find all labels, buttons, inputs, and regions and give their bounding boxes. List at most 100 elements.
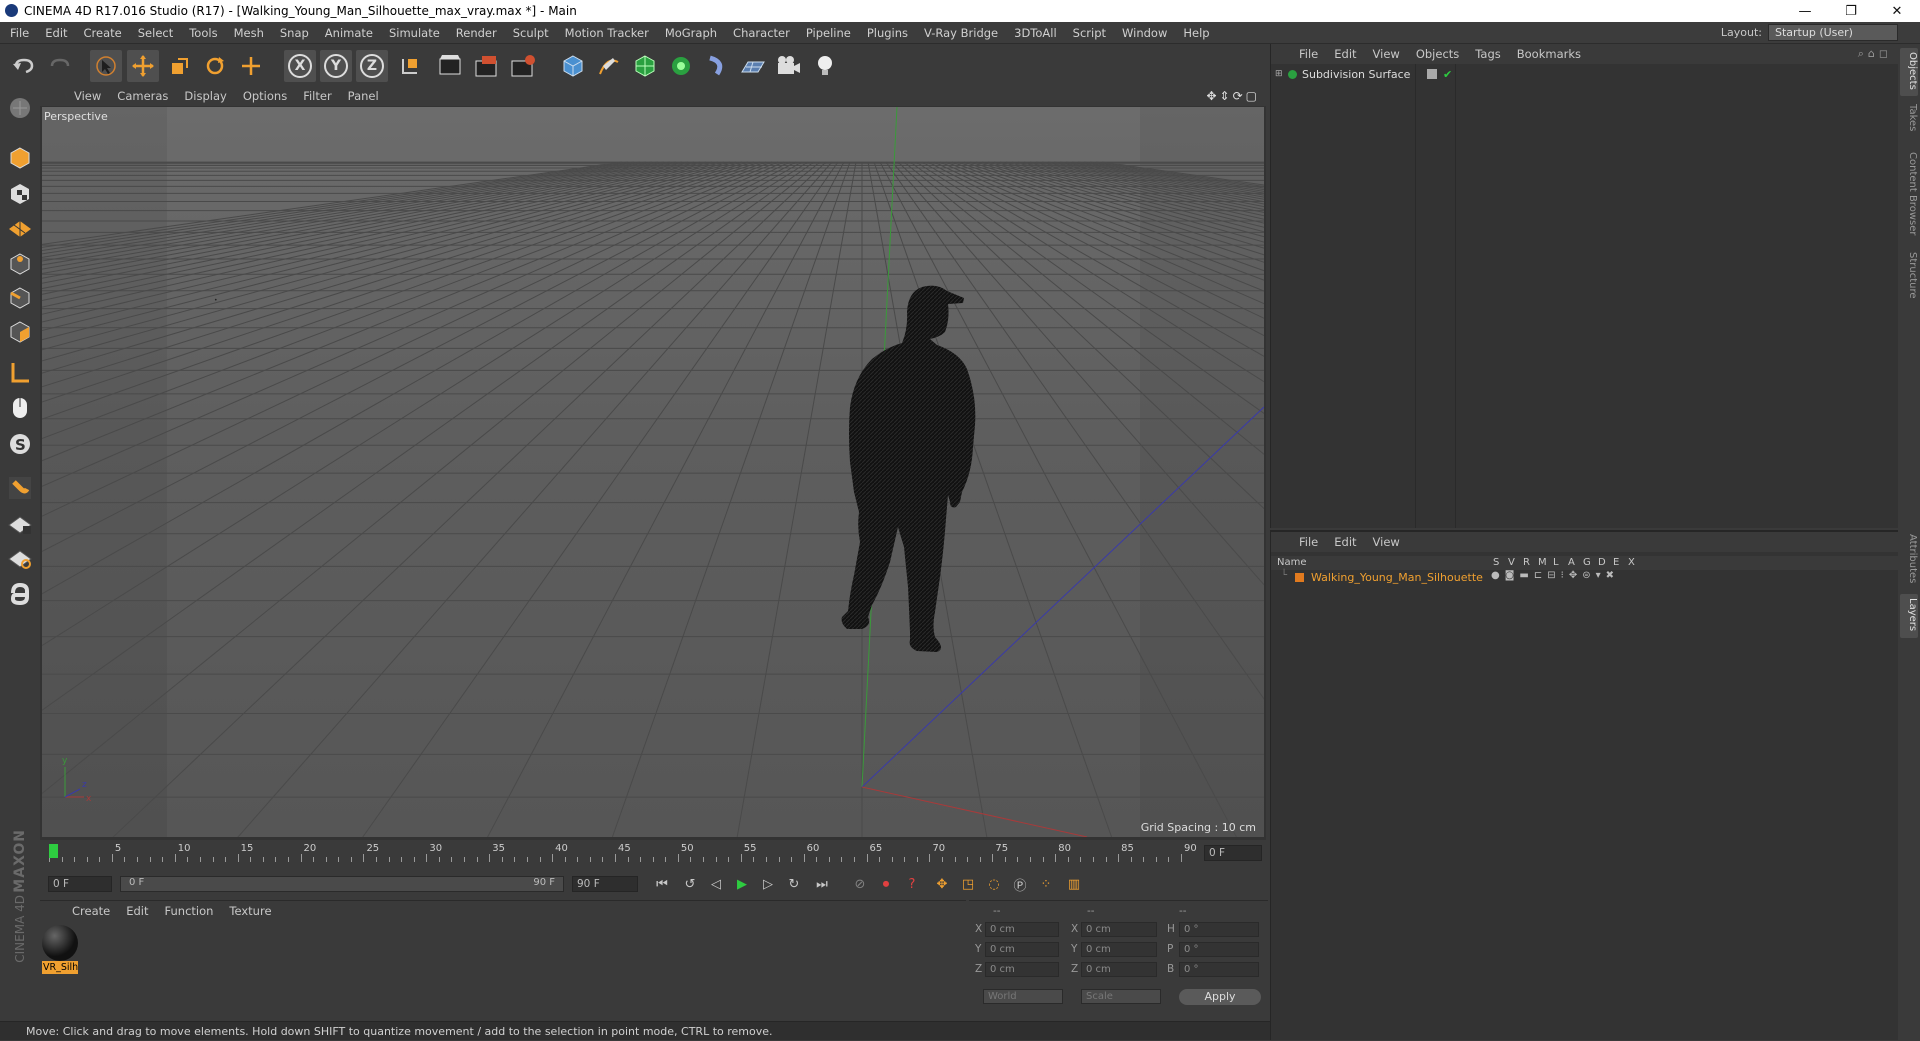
om-search-home-icons[interactable]: ⌕⌂◻: [1858, 47, 1892, 61]
spline-pen-icon[interactable]: [593, 50, 625, 82]
om-menu-view[interactable]: View: [1365, 47, 1408, 61]
menu-character[interactable]: Character: [725, 26, 798, 40]
pos-x-field[interactable]: 0 cm: [985, 922, 1059, 937]
polygon-mode-icon[interactable]: [4, 316, 36, 348]
object-name[interactable]: Subdivision Surface: [1302, 68, 1425, 81]
enabled-check-icon[interactable]: ✔: [1443, 68, 1452, 81]
lm-menu-view[interactable]: View: [1365, 535, 1408, 549]
tab-objects[interactable]: Objects: [1900, 48, 1918, 96]
size-mode-dropdown[interactable]: Scale: [1081, 989, 1161, 1004]
cube-primitive-icon[interactable]: [557, 50, 589, 82]
workplane-icon[interactable]: [4, 210, 36, 242]
rot-p-field[interactable]: 0 °: [1179, 942, 1259, 957]
minimize-button[interactable]: —: [1782, 0, 1828, 22]
lock-workplane-icon[interactable]: [4, 508, 36, 540]
select-tool-icon[interactable]: [90, 50, 122, 82]
tweak-mode-icon[interactable]: [4, 392, 36, 424]
rot-h-field[interactable]: 0 °: [1179, 922, 1259, 937]
vp-menu-cameras[interactable]: Cameras: [109, 89, 176, 103]
tab-structure[interactable]: Structure: [1900, 248, 1918, 308]
pos-y-field[interactable]: 0 cm: [985, 942, 1059, 957]
texture-mode-icon[interactable]: [4, 178, 36, 210]
redo-icon[interactable]: [44, 50, 76, 82]
menu-pipeline[interactable]: Pipeline: [798, 26, 859, 40]
menu-help[interactable]: Help: [1175, 26, 1217, 40]
keyframe-selection-icon[interactable]: ?: [900, 873, 924, 895]
tab-takes[interactable]: Takes: [1900, 100, 1918, 144]
timeline-ruler[interactable]: 051015202530354045505560657075808590 0 F: [40, 840, 1268, 868]
menu-simulate[interactable]: Simulate: [381, 26, 448, 40]
vp-menu-display[interactable]: Display: [176, 89, 234, 103]
workplane-rotate-icon[interactable]: [4, 542, 36, 574]
size-x-field[interactable]: 0 cm: [1081, 922, 1157, 937]
transform-tool-icon[interactable]: [235, 50, 267, 82]
subdivision-surface-icon[interactable]: [629, 50, 661, 82]
axis-z-toggle[interactable]: Z: [356, 50, 388, 82]
menu-motion-tracker[interactable]: Motion Tracker: [557, 26, 657, 40]
key-rotation-icon[interactable]: ◌: [982, 873, 1006, 895]
key-parameter-icon[interactable]: Ⓟ: [1008, 873, 1032, 895]
menu-sculpt[interactable]: Sculpt: [505, 26, 557, 40]
deformer-icon[interactable]: [701, 50, 733, 82]
close-button[interactable]: ✕: [1874, 0, 1920, 22]
vp-menu-view[interactable]: View: [66, 89, 109, 103]
menu-tools[interactable]: Tools: [181, 26, 225, 40]
om-menu-tags[interactable]: Tags: [1467, 47, 1508, 61]
3d-scene[interactable]: • y x z: [42, 107, 1264, 837]
camera-label[interactable]: Perspective: [44, 110, 108, 123]
next-frame-icon[interactable]: ▷: [756, 873, 780, 895]
layout-dropdown[interactable]: Startup (User): [1768, 24, 1898, 41]
lm-menu-file[interactable]: File: [1291, 535, 1326, 549]
menu-animate[interactable]: Animate: [317, 26, 381, 40]
mat-menu-edit[interactable]: Edit: [118, 904, 156, 918]
light-icon[interactable]: [809, 50, 841, 82]
size-y-field[interactable]: 0 cm: [1081, 942, 1157, 957]
viewport-nav-icons[interactable]: ✥⇕⟳▢: [1206, 89, 1260, 103]
axis-y-toggle[interactable]: Y: [320, 50, 352, 82]
menu-edit[interactable]: Edit: [37, 26, 75, 40]
timeline-window-icon[interactable]: ▥: [1062, 873, 1086, 895]
visibility-toggle-icon[interactable]: [1427, 69, 1437, 79]
material-swatch[interactable]: VR_Silhc: [42, 925, 78, 975]
previous-key-icon[interactable]: ↺: [678, 873, 702, 895]
om-menu-file[interactable]: File: [1291, 47, 1326, 61]
autokey-icon[interactable]: ⏺: [874, 873, 898, 895]
menu-create[interactable]: Create: [76, 26, 130, 40]
point-mode-icon[interactable]: [4, 248, 36, 280]
render-picture-viewer-icon[interactable]: [471, 50, 503, 82]
rotate-tool-icon[interactable]: [199, 50, 231, 82]
tab-content-browser[interactable]: Content Browser: [1900, 148, 1918, 244]
scale-tool-icon[interactable]: [163, 50, 195, 82]
make-editable-icon[interactable]: [4, 92, 36, 124]
apply-button[interactable]: Apply: [1179, 989, 1261, 1005]
mat-menu-create[interactable]: Create: [64, 904, 118, 918]
floor-icon[interactable]: [737, 50, 769, 82]
move-tool-icon[interactable]: [127, 50, 159, 82]
coord-mode-dropdown[interactable]: World: [983, 989, 1063, 1004]
om-menu-edit[interactable]: Edit: [1326, 47, 1364, 61]
axis-x-toggle[interactable]: X: [284, 50, 316, 82]
render-view-icon[interactable]: [435, 50, 467, 82]
menu-select[interactable]: Select: [130, 26, 181, 40]
menu-mesh[interactable]: Mesh: [226, 26, 272, 40]
vp-menu-filter[interactable]: Filter: [295, 89, 339, 103]
menu-snap[interactable]: Snap: [272, 26, 317, 40]
layer-name[interactable]: Walking_Young_Man_Silhouette: [1311, 571, 1483, 584]
menu-vray-bridge[interactable]: V-Ray Bridge: [916, 26, 1006, 40]
key-position-icon[interactable]: ✥: [930, 873, 954, 895]
maximize-button[interactable]: ❐: [1828, 0, 1874, 22]
playhead[interactable]: [49, 844, 58, 858]
start-frame-field[interactable]: 0 F: [48, 876, 112, 892]
expand-toggle-icon[interactable]: ⊞: [1275, 69, 1285, 79]
om-menu-bookmarks[interactable]: Bookmarks: [1509, 47, 1589, 61]
vp-menu-panel[interactable]: Panel: [340, 89, 387, 103]
menu-file[interactable]: File: [0, 26, 37, 40]
key-pla-icon[interactable]: ⁘: [1034, 873, 1058, 895]
axis-mode-icon[interactable]: [4, 356, 36, 388]
edge-mode-icon[interactable]: [4, 282, 36, 314]
go-to-start-icon[interactable]: ⏮: [650, 873, 674, 895]
play-icon[interactable]: ▶: [730, 873, 754, 895]
menu-script[interactable]: Script: [1065, 26, 1114, 40]
object-row[interactable]: ⊞ Subdivision Surface ✔: [1275, 66, 1895, 82]
render-settings-icon[interactable]: [507, 50, 539, 82]
